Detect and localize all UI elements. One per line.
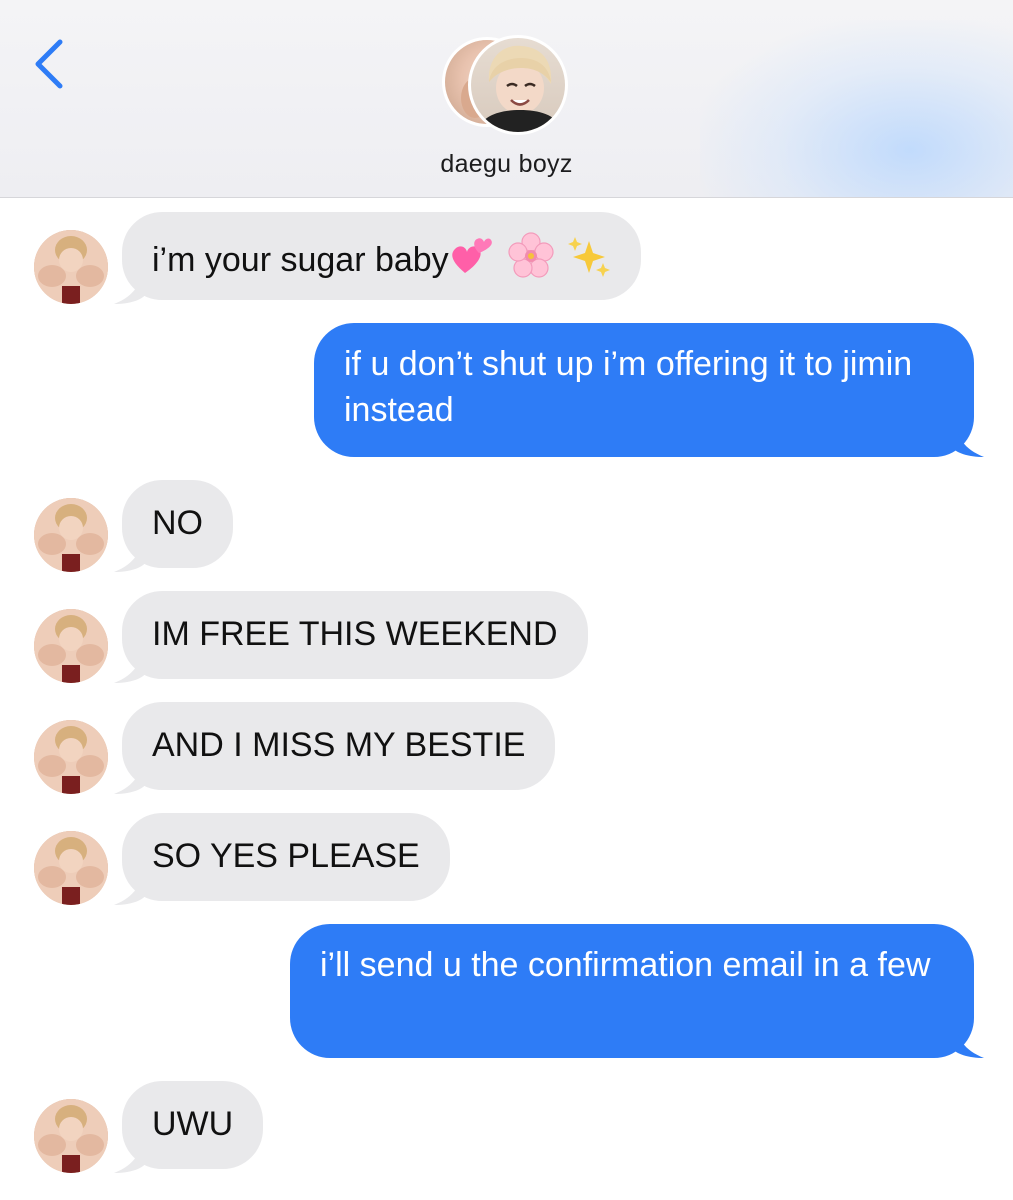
conversation-title[interactable]: daegu boyz (0, 150, 1013, 179)
message-text: i’ll send u the confirmation email in a … (320, 946, 931, 984)
message-text: SO YES PLEASE (152, 837, 420, 875)
conversation-header: daegu boyz (0, 0, 1013, 198)
message-row: UWU (0, 1081, 1013, 1181)
message-row: NO (0, 480, 1013, 572)
message-row: AND I MISS MY BESTIE (0, 702, 1013, 794)
message-text: AND I MISS MY BESTIE (152, 726, 526, 764)
chevron-left-icon (35, 39, 63, 89)
message-text: UWU (152, 1105, 234, 1143)
incoming-message-bubble[interactable]: SO YES PLEASE (122, 813, 450, 901)
two-hearts-emoji (449, 233, 495, 291)
incoming-message-bubble[interactable]: IM FREE THIS WEEKEND (122, 591, 588, 679)
incoming-message-bubble[interactable]: i’m your sugar baby (122, 212, 641, 300)
message-text: NO (152, 504, 203, 542)
message-text: i’m your sugar baby (152, 240, 449, 279)
bubble-tail (952, 1020, 984, 1058)
message-text: if u don’t shut up i’m offering it to ji… (344, 345, 913, 429)
sender-avatar[interactable] (34, 831, 108, 905)
message-row: if u don’t shut up i’m offering it to ji… (0, 323, 1013, 463)
incoming-message-bubble[interactable]: AND I MISS MY BESTIE (122, 702, 556, 790)
sender-avatar[interactable] (34, 720, 108, 794)
outgoing-message-bubble[interactable]: if u don’t shut up i’m offering it to ji… (314, 323, 974, 457)
incoming-message-bubble[interactable]: UWU (122, 1081, 264, 1169)
incoming-message-bubble[interactable]: NO (122, 480, 233, 568)
sender-avatar[interactable] (34, 230, 108, 304)
group-avatar[interactable] (442, 35, 572, 135)
sender-avatar[interactable] (34, 498, 108, 572)
sparkles-emoji (565, 233, 611, 291)
message-row: IM FREE THIS WEEKEND (0, 591, 1013, 683)
sender-avatar[interactable] (34, 1099, 108, 1173)
cherry-blossom-emoji (507, 232, 555, 292)
sender-avatar[interactable] (34, 609, 108, 683)
message-row: SO YES PLEASE (0, 813, 1013, 905)
member-avatar-front (468, 35, 568, 135)
back-button[interactable] (22, 30, 78, 96)
message-text: IM FREE THIS WEEKEND (152, 615, 558, 653)
message-row: i’ll send u the confirmation email in a … (0, 924, 1013, 1064)
bubble-tail (952, 419, 984, 457)
outgoing-message-bubble[interactable]: i’ll send u the confirmation email in a … (290, 924, 974, 1058)
message-row: i’m your sugar baby (0, 212, 1013, 304)
